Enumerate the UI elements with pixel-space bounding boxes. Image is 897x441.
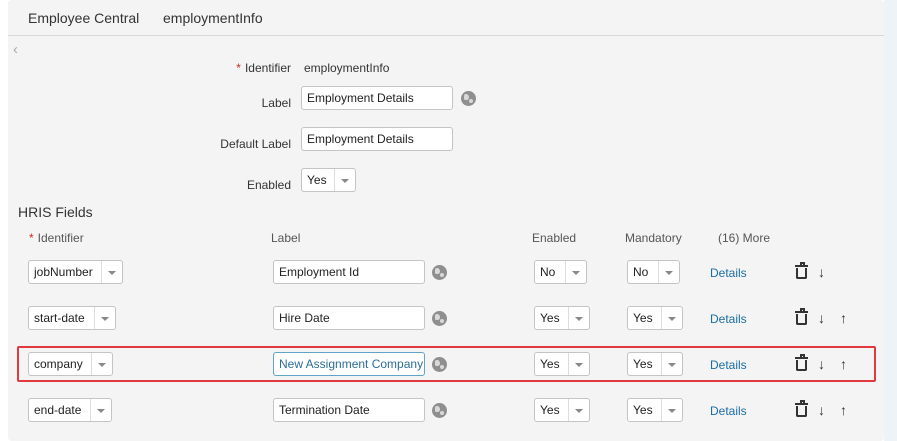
- chevron-down-icon: [565, 261, 586, 283]
- breadcrumb-app[interactable]: Employee Central: [28, 10, 139, 26]
- row-identifier-select[interactable]: jobNumber: [28, 260, 123, 284]
- header-bar: Employee Central employmentInfo: [8, 0, 884, 36]
- row-mandatory-value: Yes: [633, 311, 653, 325]
- row-identifier-select[interactable]: start-date: [28, 306, 116, 330]
- col-header-label: Label: [271, 231, 301, 245]
- chevron-down-icon: [568, 307, 589, 329]
- chevron-down-icon: [661, 399, 682, 421]
- row-enabled-value: No: [540, 265, 556, 279]
- side-strip: [884, 0, 897, 441]
- chevron-down-icon: [90, 399, 111, 421]
- enabled-field-label: Enabled: [246, 178, 291, 192]
- arrow-down-icon[interactable]: ↓: [818, 265, 825, 279]
- row-enabled-select[interactable]: Yes: [534, 398, 590, 422]
- globe-icon[interactable]: [432, 265, 447, 280]
- row-mandatory-select[interactable]: Yes: [627, 306, 683, 330]
- col-header-enabled: Enabled: [532, 231, 577, 245]
- chevron-down-icon: [94, 307, 115, 329]
- row-mandatory-value: No: [633, 265, 649, 279]
- default-label-input[interactable]: Employment Details: [301, 127, 453, 151]
- row-details-link[interactable]: Details: [710, 312, 747, 326]
- chevron-down-icon: [658, 261, 679, 283]
- row-details-link[interactable]: Details: [710, 266, 747, 280]
- row-label-input[interactable]: Termination Date: [273, 398, 425, 422]
- globe-icon[interactable]: [432, 403, 447, 418]
- col-header-identifier: * Identifier: [29, 231, 84, 245]
- hris-fields-title: HRIS Fields: [18, 204, 93, 220]
- row-details-link[interactable]: Details: [710, 404, 747, 418]
- trash-icon[interactable]: [795, 262, 808, 279]
- chevron-down-icon: [101, 261, 122, 283]
- chevron-down-icon: [568, 399, 589, 421]
- trash-icon[interactable]: [795, 308, 808, 325]
- trash-icon[interactable]: [795, 400, 808, 417]
- arrow-up-icon[interactable]: ↑: [840, 403, 847, 417]
- arrow-up-icon[interactable]: ↑: [840, 311, 847, 325]
- row-identifier-value: start-date: [34, 311, 85, 325]
- col-header-mandatory: Mandatory: [625, 231, 682, 245]
- row-enabled-select[interactable]: No: [534, 260, 587, 284]
- row-identifier-value: jobNumber: [34, 265, 93, 279]
- row-enabled-value: Yes: [540, 403, 560, 417]
- chevron-down-icon: [661, 307, 682, 329]
- row-enabled-value: Yes: [540, 311, 560, 325]
- chevron-down-icon: [334, 169, 355, 191]
- row-label-input[interactable]: Employment Id: [273, 260, 425, 284]
- label-field-label: Label: [261, 96, 291, 110]
- row-label-input[interactable]: Hire Date: [273, 306, 425, 330]
- row-mandatory-select[interactable]: No: [627, 260, 680, 284]
- default-label-field-label: Default Label: [220, 137, 291, 151]
- globe-icon[interactable]: [432, 311, 447, 326]
- globe-icon[interactable]: [461, 91, 476, 106]
- row-mandatory-select[interactable]: Yes: [627, 398, 683, 422]
- highlight-box: [17, 346, 876, 382]
- identifier-field-label: * Identifier: [236, 61, 291, 75]
- identifier-value: employmentInfo: [304, 61, 390, 75]
- breadcrumb-entity: employmentInfo: [163, 10, 263, 26]
- row-enabled-select[interactable]: Yes: [534, 306, 590, 330]
- enabled-select-value: Yes: [307, 173, 327, 187]
- arrow-down-icon[interactable]: ↓: [818, 311, 825, 325]
- label-input[interactable]: Employment Details: [301, 86, 453, 110]
- row-mandatory-value: Yes: [633, 403, 653, 417]
- row-identifier-select[interactable]: end-date: [28, 398, 112, 422]
- chevron-left-icon[interactable]: ‹: [13, 41, 18, 59]
- enabled-select[interactable]: Yes: [301, 168, 356, 192]
- row-identifier-value: end-date: [34, 403, 82, 417]
- col-header-more[interactable]: (16) More: [718, 231, 770, 245]
- arrow-down-icon[interactable]: ↓: [818, 403, 825, 417]
